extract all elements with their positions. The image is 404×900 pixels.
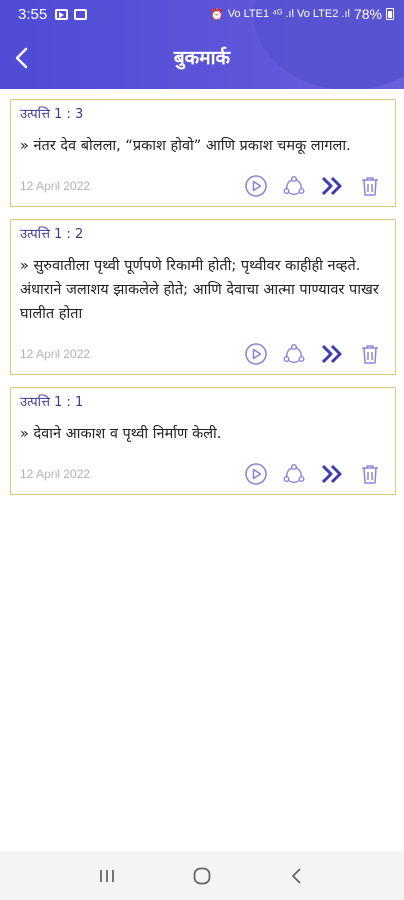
bookmark-date: 12 April 2022 bbox=[20, 179, 91, 193]
go-to-verse-button[interactable] bbox=[320, 342, 344, 366]
battery-percent: 78% bbox=[353, 6, 382, 22]
delete-button[interactable] bbox=[358, 174, 382, 198]
double-chevron-right-icon bbox=[321, 464, 342, 484]
status-time: 3:55 bbox=[18, 5, 48, 23]
bookmark-card[interactable]: उत्पत्ति 1 : 2 » सुरुवातीला पृथ्वी पूर्ण… bbox=[10, 219, 396, 375]
delete-button[interactable] bbox=[358, 342, 382, 366]
double-chevron-right-icon bbox=[321, 344, 342, 364]
recent-apps-icon bbox=[100, 869, 115, 882]
share-button[interactable] bbox=[282, 174, 306, 198]
card-actions bbox=[244, 174, 386, 198]
bookmark-date: 12 April 2022 bbox=[20, 467, 91, 481]
app-bar: 3:55 ⏰ Vo LTE1 ⁴ᴳ .ıl Vo LTE2 .ıl 78% बु… bbox=[0, 0, 404, 89]
verse-text: » देवाने आकाश व पृथ्वी निर्माण केली. bbox=[20, 426, 222, 442]
recent-apps-button[interactable] bbox=[87, 861, 127, 891]
delete-button[interactable] bbox=[358, 462, 382, 486]
share-button[interactable] bbox=[282, 342, 306, 366]
trash-icon bbox=[362, 177, 378, 196]
card-footer: 12 April 2022 bbox=[20, 174, 386, 198]
share-button[interactable] bbox=[282, 462, 306, 486]
share-icon bbox=[283, 344, 305, 363]
status-right: ⏰ Vo LTE1 ⁴ᴳ .ıl Vo LTE2 .ıl 78% bbox=[210, 6, 394, 22]
go-to-verse-button[interactable] bbox=[320, 462, 344, 486]
play-button[interactable] bbox=[244, 342, 268, 366]
bookmark-card[interactable]: उत्पत्ति 1 : 1 » देवाने आकाश व पृथ्वी नि… bbox=[10, 387, 396, 495]
battery-icon bbox=[386, 8, 394, 20]
play-icon bbox=[245, 175, 267, 197]
bookmark-date: 12 April 2022 bbox=[20, 347, 91, 361]
share-icon bbox=[283, 176, 305, 195]
app-notification-icon bbox=[74, 8, 88, 20]
share-icon bbox=[283, 464, 305, 483]
verse-text: » नंतर देव बोलला, “प्रकाश होवो” आणि प्रक… bbox=[20, 138, 351, 154]
card-actions bbox=[244, 462, 386, 486]
alarm-icon: ⏰ bbox=[209, 8, 224, 21]
home-icon bbox=[193, 867, 211, 884]
signal-text: Vo LTE1 ⁴ᴳ .ıl Vo LTE2 .ıl bbox=[227, 8, 350, 20]
trash-icon bbox=[362, 345, 378, 364]
verse-reference: उत्पत्ति 1 : 3 bbox=[20, 107, 84, 122]
card-footer: 12 April 2022 bbox=[20, 462, 386, 486]
bookmark-card[interactable]: उत्पत्ति 1 : 3 » नंतर देव बोलला, “प्रकाश… bbox=[10, 99, 396, 207]
play-icon bbox=[245, 343, 267, 365]
home-button[interactable] bbox=[182, 861, 222, 891]
system-nav-bar bbox=[0, 851, 404, 900]
back-button[interactable] bbox=[8, 44, 36, 72]
go-to-verse-button[interactable] bbox=[320, 174, 344, 198]
verse-reference: उत्पत्ति 1 : 1 bbox=[20, 395, 84, 410]
back-chevron-icon bbox=[291, 867, 301, 884]
play-button[interactable] bbox=[244, 174, 268, 198]
play-button[interactable] bbox=[244, 462, 268, 486]
card-actions bbox=[244, 342, 386, 366]
system-back-button[interactable] bbox=[277, 861, 317, 891]
notification-icons bbox=[55, 8, 88, 20]
status-bar: 3:55 ⏰ Vo LTE1 ⁴ᴳ .ıl Vo LTE2 .ıl 78% bbox=[0, 0, 404, 28]
bookmark-list: उत्पत्ति 1 : 3 » नंतर देव बोलला, “प्रकाश… bbox=[10, 99, 396, 507]
verse-reference: उत्पत्ति 1 : 2 bbox=[20, 227, 84, 242]
youtube-icon bbox=[55, 8, 69, 20]
play-icon bbox=[245, 463, 267, 485]
back-arrow-icon bbox=[15, 47, 28, 69]
trash-icon bbox=[362, 465, 378, 484]
page-title: बुकमार्क bbox=[173, 47, 231, 69]
verse-text: » सुरुवातीला पृथ्वी पूर्णपणे रिकामी होती… bbox=[20, 258, 379, 322]
card-footer: 12 April 2022 bbox=[20, 342, 386, 366]
double-chevron-right-icon bbox=[321, 176, 342, 196]
